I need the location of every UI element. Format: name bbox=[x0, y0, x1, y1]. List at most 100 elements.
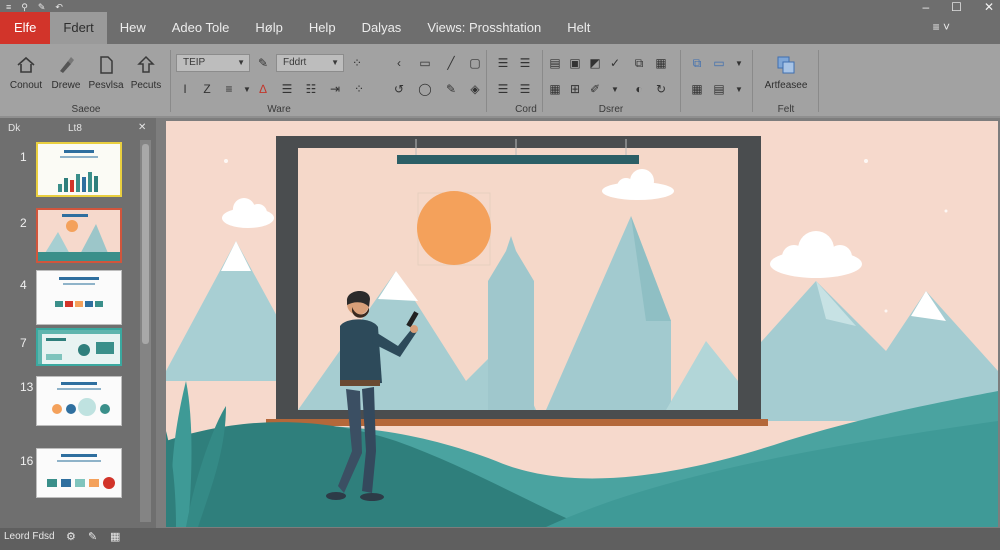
pen-icon[interactable]: ✎ bbox=[254, 54, 272, 72]
indent-icon[interactable]: ⇥ bbox=[326, 80, 344, 98]
font-name-select[interactable]: TEIP ▼ bbox=[176, 54, 250, 72]
ribbon-display-options[interactable]: ≡ ˅ bbox=[933, 20, 950, 34]
maximize-button[interactable]: ☐ bbox=[951, 0, 962, 14]
ribbon-group-label: Dsrer bbox=[598, 104, 624, 115]
rectangle-outline-icon[interactable]: ▢ bbox=[466, 54, 484, 72]
arrange-icon bbox=[775, 54, 797, 76]
cloud-right bbox=[770, 231, 862, 278]
close-icon[interactable]: ✕ bbox=[138, 122, 146, 133]
picture-icon[interactable]: ◩ bbox=[586, 54, 604, 72]
pencil-icon[interactable]: ✎ bbox=[442, 80, 460, 98]
slide-thumbnail-panel: Dk Lt8 ✕ 1 2 4 7 13 16 bbox=[0, 118, 156, 528]
tab-help-3[interactable]: Helt bbox=[554, 12, 603, 44]
tab-help-1[interactable]: Hølp bbox=[242, 12, 295, 44]
ribbon-separator bbox=[818, 50, 819, 112]
ribbon-group-label: Ware bbox=[267, 104, 291, 115]
tab-home[interactable]: Fdert bbox=[50, 12, 107, 44]
pen-icon[interactable]: ✎ bbox=[88, 530, 97, 543]
ribbon-separator bbox=[680, 50, 681, 112]
screen-bar bbox=[397, 155, 639, 164]
tab-new[interactable]: Hew bbox=[107, 12, 159, 44]
ribbon-group-arrange: ▤ ▣ ◩ ✓ ⧉ ▦ ▦ ⊞ ✐ ▼ ◐ ↻ Dsrer bbox=[546, 48, 676, 116]
products-button[interactable]: Pecuts bbox=[126, 54, 166, 91]
slide-thumbnail-3[interactable] bbox=[36, 270, 122, 325]
status-bar: Leord Fdsd ⚙ ✎ ▦ bbox=[0, 528, 1000, 550]
copy-icon[interactable]: ⧉ bbox=[630, 54, 648, 72]
slide-thumbnail-2[interactable] bbox=[36, 208, 122, 263]
ribbon-group-label: Cord bbox=[515, 104, 537, 115]
fill-icon[interactable]: ◈ bbox=[466, 80, 484, 98]
slide-number: 7 bbox=[20, 336, 27, 350]
table-icon[interactable]: ▦ bbox=[652, 54, 670, 72]
align-lines-icon-2[interactable]: ☰ bbox=[494, 80, 512, 98]
font-size-select[interactable]: Fddrt ▼ bbox=[276, 54, 344, 72]
tab-dialogs[interactable]: Dalyas bbox=[349, 12, 415, 44]
settings-icon[interactable]: ⚙ bbox=[66, 530, 76, 543]
rectangle-icon[interactable]: ▭ bbox=[416, 54, 434, 72]
chevron-down-icon[interactable]: ▼ bbox=[730, 54, 748, 72]
title-bar: ≡ ⚲ ✎ ↶ – ☐ ✕ Elfe Fdert Hew Adeo Tole H… bbox=[0, 0, 1000, 44]
panel-scrollbar[interactable] bbox=[140, 140, 151, 522]
tab-help-2[interactable]: Help bbox=[296, 12, 349, 44]
tab-add-tools[interactable]: Adeo Tole bbox=[159, 12, 243, 44]
layer-icon[interactable]: ⧉ bbox=[688, 54, 706, 72]
scrollbar-thumb[interactable] bbox=[142, 144, 149, 344]
paragraph-icon[interactable]: ☰ bbox=[278, 80, 296, 98]
group-icon[interactable]: ⊞ bbox=[566, 80, 584, 98]
save-icon[interactable]: ▣ bbox=[566, 54, 584, 72]
slide-thumbnail-6[interactable] bbox=[36, 448, 122, 498]
align-lines-icon[interactable]: ☰ bbox=[494, 54, 512, 72]
arrange-button[interactable]: Artfeasee bbox=[764, 54, 808, 91]
arc-icon[interactable]: ↺ bbox=[390, 80, 408, 98]
layout-icon[interactable]: ▦ bbox=[110, 530, 120, 543]
brush-small-icon[interactable]: ✐ bbox=[586, 80, 604, 98]
slide-canvas[interactable] bbox=[166, 121, 998, 527]
distribute-icon[interactable]: ☰ bbox=[516, 54, 534, 72]
cloud-left bbox=[222, 198, 274, 228]
preview-button[interactable]: Pesvlsa bbox=[86, 54, 126, 91]
chevron-down-icon: ▼ bbox=[331, 58, 339, 67]
window-controls: – ☐ ✕ bbox=[922, 0, 994, 14]
check-icon[interactable]: ✓ bbox=[606, 54, 624, 72]
rotate-icon[interactable]: ↻ bbox=[652, 80, 670, 98]
slide-thumbnail-4[interactable] bbox=[36, 328, 122, 366]
ribbon-group-layers: ⧉ ▭ ▼ ▦ ▤ ▼ bbox=[684, 48, 752, 116]
align-button[interactable]: ≡ bbox=[220, 80, 238, 98]
ribbon-group-cord: ☰ ☰ ☰ ☰ Cord bbox=[490, 48, 542, 116]
oval-icon[interactable]: ◯ bbox=[416, 80, 434, 98]
list-icon[interactable]: ☷ bbox=[302, 80, 320, 98]
chevron-down-icon[interactable]: ▼ bbox=[606, 80, 624, 98]
minimize-button[interactable]: – bbox=[922, 0, 929, 14]
ribbon-group-font: TEIP ▼ ✎ Fddrt ▼ ⁘ I Z ≡ ▼ ∆ ☰ ☷ ⇥ ⁘ Ware bbox=[174, 48, 384, 116]
tab-views-presentation[interactable]: Views: Prosshtation bbox=[414, 12, 554, 44]
slide-thumbnail-1[interactable] bbox=[36, 142, 122, 197]
table-small-icon[interactable]: ▤ bbox=[710, 80, 728, 98]
frame-icon[interactable]: ▭ bbox=[710, 54, 728, 72]
tab-file[interactable]: Elfe bbox=[0, 12, 51, 44]
chevron-left-icon[interactable]: ‹ bbox=[390, 54, 408, 72]
italic-button[interactable]: I bbox=[176, 80, 194, 98]
font-color-button[interactable]: ∆ bbox=[254, 80, 272, 98]
ribbon-group-label: Felt bbox=[777, 104, 795, 115]
font-options-icon[interactable]: ⁘ bbox=[348, 54, 366, 72]
status-text: Leord Fdsd bbox=[4, 531, 55, 542]
ribbon-group-shapes: ‹ ▭ ╱ ▢ ↺ ◯ ✎ ◈ bbox=[386, 48, 486, 116]
line-icon[interactable]: ╱ bbox=[442, 54, 460, 72]
panel-header-title: Lt8 bbox=[68, 123, 82, 134]
grid-icon[interactable]: ▦ bbox=[546, 80, 564, 98]
strike-button[interactable]: Z bbox=[198, 80, 216, 98]
slide-thumbnail-5[interactable] bbox=[36, 376, 122, 426]
ribbon-group-slides: Conout Drewe Pesvlsa Pecuts Saeoe bbox=[4, 48, 168, 116]
more-icon[interactable]: ⁘ bbox=[350, 80, 368, 98]
ribbon-separator bbox=[542, 50, 543, 112]
grid-small-icon[interactable]: ▦ bbox=[688, 80, 706, 98]
close-button[interactable]: ✕ bbox=[984, 0, 994, 14]
distribute-icon-2[interactable]: ☰ bbox=[516, 80, 534, 98]
image-icon[interactable]: ▤ bbox=[546, 54, 564, 72]
panel-header: Dk Lt8 ✕ bbox=[0, 118, 156, 138]
chevron-down-icon[interactable]: ▼ bbox=[730, 80, 748, 98]
draw-button[interactable]: Drewe bbox=[46, 54, 86, 91]
slide-number: 16 bbox=[20, 454, 34, 468]
effects-icon[interactable]: ◐ bbox=[630, 80, 648, 98]
connect-button[interactable]: Conout bbox=[6, 54, 46, 91]
